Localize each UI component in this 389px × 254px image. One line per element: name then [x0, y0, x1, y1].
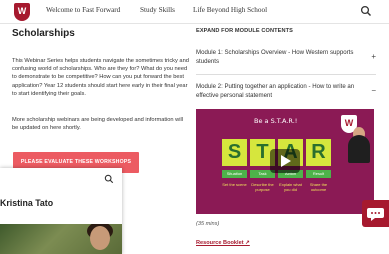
- profile-photo: [0, 224, 122, 254]
- resource-booklet-link[interactable]: Resource Booklet ↗: [196, 240, 250, 246]
- page-title: Scholarships: [12, 28, 75, 39]
- nav-link-study-skills[interactable]: Study Skills: [140, 6, 175, 14]
- photo-face: [90, 226, 110, 250]
- module-2-title: Module 2: Putting together an applicatio…: [196, 83, 355, 99]
- expand-modules-label: EXPAND FOR MODULE CONTENTS: [196, 28, 293, 34]
- star-label-result: Result: [306, 170, 331, 178]
- search-icon[interactable]: [104, 174, 114, 184]
- presenter-figure: [348, 135, 370, 163]
- profile-overlay-panel: Kristina Tato: [0, 168, 122, 254]
- video-duration: (35 mins): [196, 221, 220, 227]
- nav-link-life-beyond-high-school[interactable]: Life Beyond High School: [193, 6, 267, 14]
- chat-button[interactable]: [362, 200, 389, 227]
- accordion-divider: [196, 74, 376, 75]
- profile-name: Kristina Tato: [0, 198, 54, 208]
- intro-paragraph: This Webinar Series helps students navig…: [12, 58, 189, 97]
- star-desc-task: Describe the purpose: [251, 182, 274, 192]
- play-button[interactable]: [270, 149, 300, 173]
- module-1-title: Module 1: Scholarships Overview - How We…: [196, 49, 354, 65]
- star-letter-s: S: [222, 139, 247, 166]
- star-desc-situation: Set the scene: [222, 182, 247, 187]
- top-nav: W Welcome to Fast Forward Study Skills L…: [0, 0, 389, 24]
- collapse-minus-icon[interactable]: −: [371, 86, 376, 95]
- star-desc-action: Explain what you did: [279, 182, 302, 192]
- expand-plus-icon[interactable]: +: [371, 52, 376, 61]
- search-icon[interactable]: [360, 5, 372, 17]
- chat-bubble-icon: [367, 208, 384, 221]
- star-label-situation: Situation: [222, 170, 247, 178]
- video-heading: Be a S.T.A.R.!: [254, 117, 298, 125]
- video-player[interactable]: Be a S.T.A.R.! W S T A R Situation Task …: [196, 109, 374, 214]
- star-letter-r: R: [306, 139, 331, 166]
- star-desc-result: Share the outcome: [309, 182, 328, 192]
- update-paragraph: More scholarship webinars are being deve…: [12, 117, 184, 132]
- western-logo-icon[interactable]: W: [14, 3, 30, 21]
- nav-link-welcome[interactable]: Welcome to Fast Forward: [46, 6, 120, 14]
- play-icon: [281, 155, 291, 167]
